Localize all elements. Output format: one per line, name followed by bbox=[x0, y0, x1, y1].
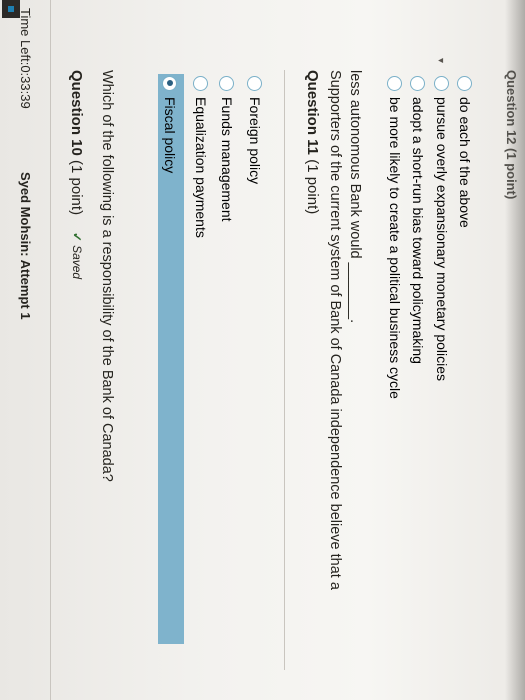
q10-option-label: Fiscal policy bbox=[162, 97, 178, 174]
question-divider bbox=[284, 70, 285, 670]
quiz-page: Time Left:0:33:39 Syed Mohsin: Attempt 1… bbox=[0, 0, 525, 700]
radio-icon[interactable] bbox=[410, 76, 426, 91]
q11-option-label: do each of the above bbox=[457, 97, 473, 228]
radio-icon[interactable] bbox=[457, 76, 473, 91]
radio-icon[interactable] bbox=[247, 76, 263, 91]
q10-option-4[interactable]: Foreign policy bbox=[247, 76, 263, 184]
q11-option-2[interactable]: adopt a short-run bias toward policymaki… bbox=[410, 76, 426, 364]
radio-icon[interactable] bbox=[219, 76, 235, 91]
q11-option-label: pursue overly expansionary monetary poli… bbox=[434, 97, 450, 382]
q10-option-label: Funds management bbox=[219, 97, 235, 222]
radio-icon[interactable] bbox=[193, 76, 209, 91]
q11-option-1[interactable]: be more likely to create a political bus… bbox=[387, 76, 403, 399]
photo-screen: Time Left:0:33:39 Syed Mohsin: Attempt 1… bbox=[0, 0, 525, 700]
time-left-text: Time Left:0:33:39 bbox=[18, 8, 33, 109]
question-11-heading: Question 11 (1 point) bbox=[304, 70, 321, 214]
radio-selected-icon[interactable] bbox=[162, 76, 178, 91]
q10-option-label: Equalization payments bbox=[193, 97, 209, 238]
header-divider bbox=[50, 0, 51, 700]
question-11-title: Question 11 bbox=[304, 70, 321, 156]
question-10-title: Question 10 bbox=[68, 70, 85, 156]
q10-option-label: Foreign policy bbox=[247, 97, 263, 185]
question-11-text-line1: Supporters of the current system of Bank… bbox=[327, 70, 343, 590]
question-11-points: (1 point) bbox=[304, 159, 321, 215]
radio-icon[interactable] bbox=[387, 76, 403, 91]
q10-option-1[interactable]: Fiscal policy bbox=[162, 76, 178, 173]
q11-option-3[interactable]: pursue overly expansionary monetary poli… bbox=[434, 76, 450, 381]
q11-option-label: adopt a short-run bias toward policymaki… bbox=[410, 97, 426, 364]
question-10-points: (1 point) bbox=[68, 160, 85, 216]
focus-arrow-icon: ▾ bbox=[435, 58, 446, 64]
radio-icon[interactable] bbox=[434, 76, 450, 91]
q11-option-4[interactable]: do each of the above bbox=[457, 76, 473, 228]
question-10-text: Which of the following is a responsibili… bbox=[99, 70, 115, 482]
q11-option-label: be more likely to create a political bus… bbox=[387, 97, 403, 399]
attempt-title: Syed Mohsin: Attempt 1 bbox=[18, 172, 33, 320]
checkmark-icon: ✓ bbox=[70, 232, 84, 243]
saved-indicator: ✓ Saved bbox=[70, 232, 84, 279]
q10-option-2[interactable]: Equalization payments bbox=[193, 76, 209, 238]
question-10-heading: Question 10 (1 point) bbox=[68, 70, 85, 215]
saved-label: Saved bbox=[70, 245, 84, 280]
question-11-text-line2: less autonomous Bank would _______. bbox=[347, 70, 363, 324]
question-12-heading: Question 12 (1 point) bbox=[504, 70, 519, 200]
q10-option-3[interactable]: Funds management bbox=[219, 76, 235, 222]
